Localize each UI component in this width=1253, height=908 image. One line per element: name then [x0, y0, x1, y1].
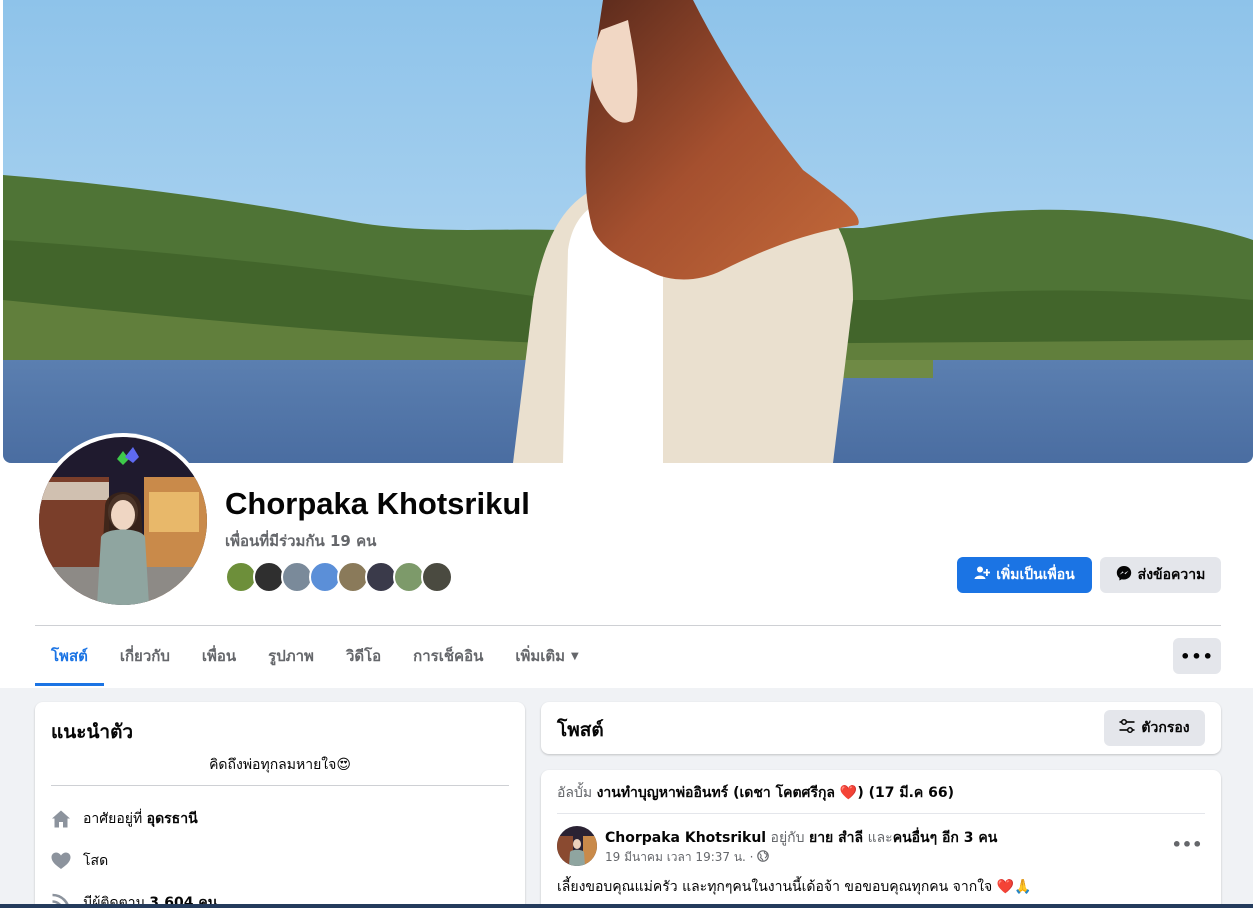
profile-name: Chorpaka Khotsrikul: [225, 486, 530, 521]
profile-more-button[interactable]: •••: [1173, 638, 1221, 674]
post-card: อัลบั้ม งานทำบุญหาพ่ออินทร์ (เดชา โคตศรี…: [541, 770, 1221, 908]
tab-friends[interactable]: เพื่อน: [186, 626, 252, 686]
relationship-row: โสด: [51, 850, 108, 872]
add-friend-label: เพิ่มเป็นเพื่อน: [996, 567, 1075, 583]
cover-photo-image: [3, 0, 1253, 463]
tab-checkins[interactable]: การเช็คอิน: [397, 626, 499, 686]
tagged-others-link[interactable]: คนอื่นๆ อีก 3 คน: [893, 830, 998, 846]
filter-button[interactable]: ตัวกรอง: [1104, 710, 1205, 746]
tab-about[interactable]: เกี่ยวกับ: [104, 626, 186, 686]
post-options-button[interactable]: •••: [1169, 832, 1205, 856]
profile-avatar[interactable]: [35, 433, 211, 609]
window-bottom-edge: [0, 904, 1253, 908]
lives-city-link[interactable]: อุดรธานี: [147, 811, 198, 827]
intro-card: แนะนำตัว คิดถึงพ่อทุกลมหายใจ😍 อาศัยอยู่ท…: [35, 702, 525, 908]
tab-videos[interactable]: วิดีโอ: [330, 626, 397, 686]
tab-photos[interactable]: รูปภาพ: [252, 626, 330, 686]
mutual-friends-link[interactable]: เพื่อนที่มีร่วมกัน 19 คน: [225, 529, 376, 553]
post-text: เลี้ยงขอบคุณแม่ครัว และทุกๆคนในงานนี้เด้…: [557, 879, 1032, 895]
cover-photo[interactable]: [3, 0, 1253, 463]
tab-posts[interactable]: โพสต์: [35, 626, 104, 686]
caret-down-icon: ▼: [571, 650, 579, 662]
posts-title: โพสต์: [557, 719, 604, 741]
friend-avatar[interactable]: [421, 561, 453, 593]
message-label: ส่งข้อความ: [1137, 567, 1206, 583]
person-plus-icon: [974, 565, 991, 585]
lives-in-row: อาศัยอยู่ที่ อุดรธานี: [51, 808, 198, 830]
post-album-line: อัลบั้ม งานทำบุญหาพ่ออินทร์ (เดชา โคตศรี…: [557, 785, 955, 801]
home-icon: [51, 809, 71, 829]
post-author-name[interactable]: Chorpaka Khotsrikul: [605, 830, 766, 846]
intro-bio: คิดถึงพ่อทุกลมหายใจ😍: [209, 757, 351, 773]
globe-icon: [757, 850, 770, 865]
messenger-icon: [1116, 565, 1132, 585]
profile-tabs: โพสต์ เกี่ยวกับ เพื่อน รูปภาพ วิดีโอ การ…: [35, 626, 595, 686]
posts-header-card: โพสต์ ตัวกรอง: [541, 702, 1221, 754]
post-author-line: Chorpaka Khotsrikul อยู่กับ ยาย สำลี และ…: [605, 830, 998, 846]
intro-divider: [51, 785, 509, 786]
post-divider: [557, 813, 1205, 814]
filter-icon: [1119, 718, 1135, 738]
message-button[interactable]: ส่งข้อความ: [1100, 557, 1221, 593]
intro-title: แนะนำตัว: [51, 721, 134, 743]
post-meta: 19 มีนาคม เวลา 19:37 น. ·: [605, 848, 770, 867]
post-date-link[interactable]: 19 มีนาคม เวลา 19:37 น. ·: [605, 848, 753, 867]
tab-more[interactable]: เพิ่มเติม ▼: [499, 626, 594, 686]
post-author-avatar[interactable]: [557, 826, 597, 866]
relationship-status: โสด: [83, 853, 109, 869]
add-friend-button[interactable]: เพิ่มเป็นเพื่อน: [957, 557, 1092, 593]
album-link[interactable]: งานทำบุญหาพ่ออินทร์ (เดชา โคตศรีกุล ❤️) …: [597, 785, 954, 801]
profile-avatar-image: [39, 437, 207, 605]
tagged-person-link[interactable]: ยาย สำลี: [809, 830, 863, 846]
heart-icon: [51, 851, 71, 871]
